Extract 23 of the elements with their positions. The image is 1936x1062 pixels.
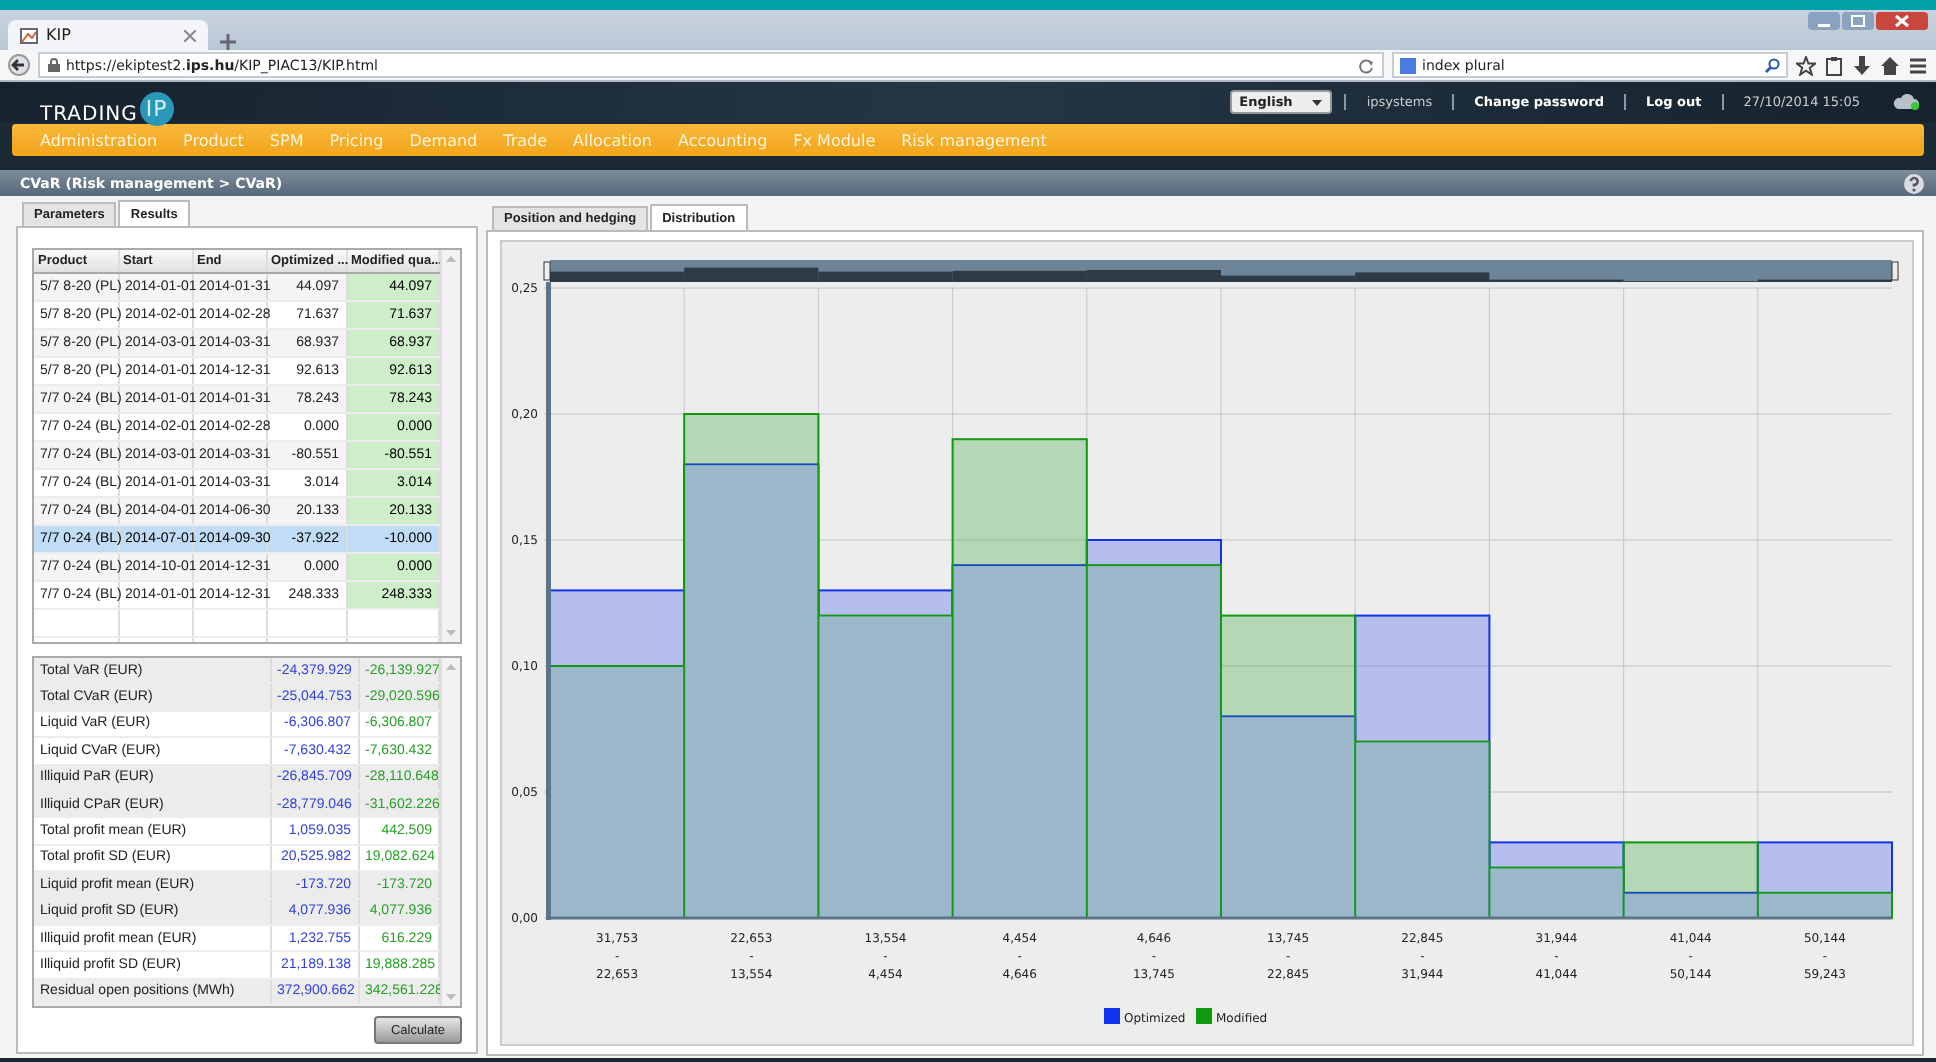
logo-badge: IP bbox=[139, 91, 174, 125]
maximize-icon[interactable] bbox=[1842, 12, 1874, 30]
cloud-icon bbox=[1892, 91, 1920, 109]
caret-icon bbox=[1312, 99, 1323, 105]
clipboard-icon[interactable] bbox=[1824, 55, 1844, 75]
close-icon[interactable] bbox=[184, 29, 196, 41]
search-engine-icon bbox=[1400, 57, 1416, 73]
back-icon[interactable] bbox=[8, 54, 30, 76]
minimize-icon[interactable] bbox=[1808, 12, 1840, 30]
close-icon[interactable] bbox=[1876, 12, 1928, 30]
plus-icon[interactable] bbox=[220, 34, 236, 50]
star-icon[interactable] bbox=[1796, 55, 1816, 75]
download-icon[interactable] bbox=[1852, 55, 1872, 75]
home-icon[interactable] bbox=[1880, 55, 1900, 75]
range-navigator[interactable] bbox=[543, 260, 1899, 282]
page-icon bbox=[20, 27, 38, 43]
search-icon[interactable] bbox=[1764, 57, 1780, 73]
reload-icon[interactable] bbox=[1358, 57, 1374, 73]
lock-icon bbox=[48, 58, 60, 72]
logo-text: TRADING bbox=[40, 103, 138, 125]
help-icon[interactable] bbox=[1904, 173, 1924, 193]
menu-icon[interactable] bbox=[1908, 55, 1928, 75]
browser-tab[interactable]: KIP bbox=[8, 20, 208, 50]
